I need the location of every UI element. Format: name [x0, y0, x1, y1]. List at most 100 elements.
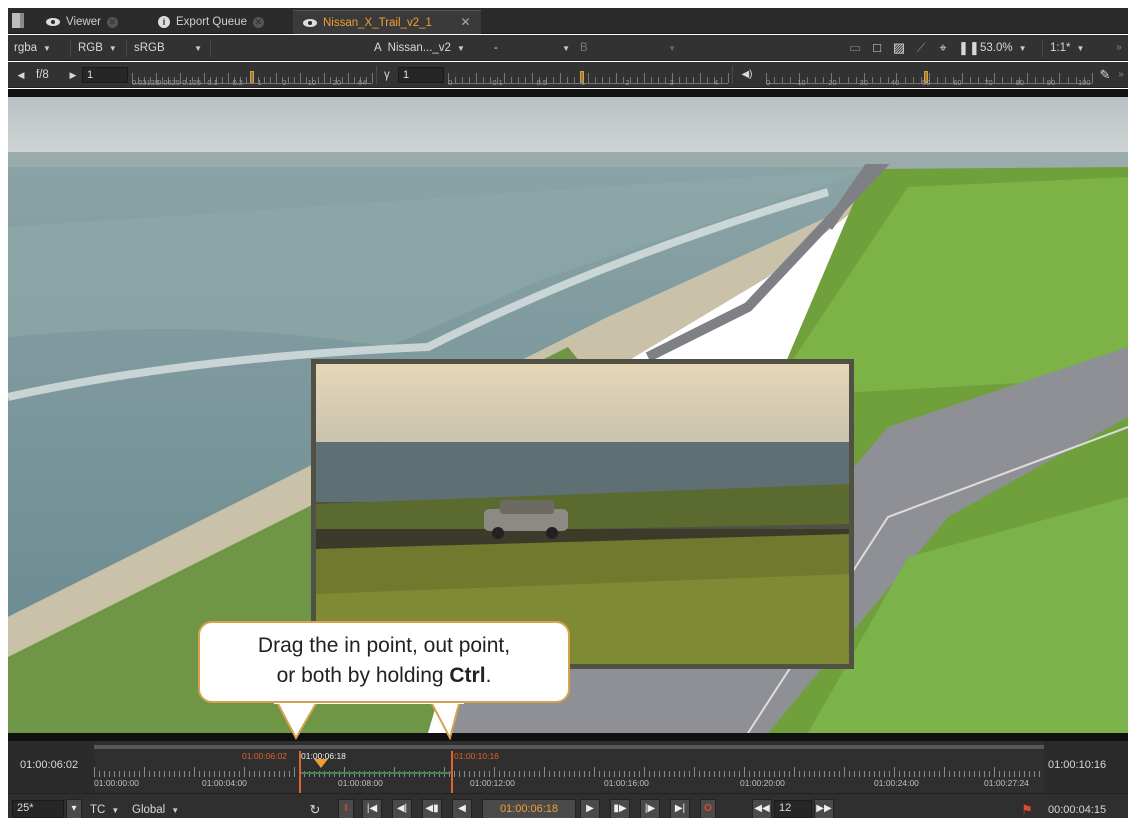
go-to-start-icon[interactable]: |◀: [362, 799, 382, 818]
ruler-tick: [544, 767, 545, 777]
wipe-icon[interactable]: ⟋: [914, 41, 928, 55]
tab-nissan-label: Nissan_X_Trail_v2_1: [323, 16, 432, 29]
panel-menu-icon[interactable]: [12, 13, 24, 28]
exposure-decrease-icon[interactable]: ◀: [14, 68, 28, 82]
record-marker-icon[interactable]: ⚑: [1020, 803, 1034, 817]
input-a-prefix: A: [374, 42, 382, 54]
next-keyframe-icon[interactable]: |▶: [640, 799, 660, 818]
close-icon[interactable]: ✕: [106, 16, 118, 28]
proxy-dropdown[interactable]: 1:1* ▼: [1046, 39, 1088, 57]
ruler-tick: [884, 771, 885, 777]
fps-dropdown-button[interactable]: ▾: [66, 799, 82, 818]
exposure-input[interactable]: 1: [82, 67, 128, 83]
slider-scale-label: 0.1: [492, 78, 503, 87]
more-icon[interactable]: »: [1114, 68, 1128, 82]
compare-mode-value: -: [494, 42, 498, 54]
more-icon[interactable]: »: [1112, 41, 1126, 55]
tab-export-queue[interactable]: i Export Queue ✕: [148, 10, 274, 34]
tab-viewer-label: Viewer: [66, 16, 101, 28]
slider-tick: [1034, 77, 1036, 83]
chevron-down-icon: ▼: [111, 805, 120, 815]
ruler-tick: [799, 771, 800, 777]
slider-tick: [252, 73, 253, 83]
tab-nissan-x-trail[interactable]: Nissan_X_Trail_v2_1 ✕: [293, 10, 481, 34]
target-icon[interactable]: ⌖: [936, 41, 950, 55]
ruler-tick: [129, 771, 130, 777]
volume-icon[interactable]: ◀): [740, 68, 754, 82]
duration-timecode: 00:00:04:15: [1048, 804, 1107, 816]
step-back-icon[interactable]: ◀▮: [422, 799, 442, 818]
channels-dropdown[interactable]: rgba ▼: [10, 39, 55, 57]
slider-tick: [880, 77, 882, 83]
close-icon[interactable]: ✕: [460, 16, 471, 28]
current-start-timecode: 01:00:06:02: [20, 759, 79, 771]
out-point-marker[interactable]: [451, 751, 453, 793]
slider-tick: [525, 77, 526, 83]
go-to-end-icon[interactable]: ▶|: [670, 799, 690, 818]
ruler-tick: [579, 771, 580, 777]
slider-tick: [679, 77, 680, 83]
volume-slider[interactable]: 0 10 20 30 40 50 60 70 80 90 100: [766, 70, 1093, 87]
color-picker-icon[interactable]: ✎: [1098, 68, 1112, 82]
gamma-input[interactable]: 1: [398, 67, 444, 83]
input-b-selector[interactable]: B ▼: [576, 39, 680, 57]
step-forward-icon[interactable]: ▮▶: [610, 799, 630, 818]
compare-mode-dropdown[interactable]: - ▼: [490, 39, 574, 57]
ruler-tick: [1029, 771, 1030, 777]
timeline-scrubber[interactable]: 01:00:06:02 01:00:06:18 01:00:10:16 01:0…: [94, 745, 1044, 793]
display-channel-dropdown[interactable]: RGB ▼: [74, 39, 121, 57]
slider-scale-label: 0.03125: [132, 78, 160, 87]
input-a-selector[interactable]: A Nissan..._v2 ▼: [370, 39, 469, 57]
ruler-tick: [894, 767, 895, 777]
safe-area-icon[interactable]: □: [870, 41, 884, 55]
zoom-dropdown[interactable]: 53.0% ▼: [976, 39, 1031, 57]
step-increment-input[interactable]: 12: [774, 800, 812, 818]
exposure-slider[interactable]: 0.03125 0.0625 0.125 0.1 0.2 1 2 10 20 64: [132, 70, 373, 87]
in-point-label: 01:00:06:02: [242, 751, 287, 761]
colorspace-dropdown[interactable]: sRGB ▼: [130, 39, 206, 57]
slider-scale-label: 0.0625: [157, 78, 181, 87]
step-forward-increment-icon[interactable]: ▶▶: [814, 799, 834, 818]
play-backward-icon[interactable]: ◀: [452, 799, 472, 818]
zebra-icon[interactable]: ▨: [892, 41, 906, 55]
gamma-slider[interactable]: 0 0.1 0.5 1 2 3 4: [448, 70, 729, 87]
ruler-label: 01:00:24:00: [874, 778, 919, 788]
ruler-tick: [794, 767, 795, 777]
ruler-tick: [659, 771, 660, 777]
ruler-tick: [839, 771, 840, 777]
slider-tick: [871, 77, 873, 83]
ruler-tick: [724, 771, 725, 777]
overlay-icon[interactable]: ▭: [848, 41, 862, 55]
ruler-tick: [224, 771, 225, 777]
play-forward-icon[interactable]: ▶: [580, 799, 600, 818]
tab-viewer[interactable]: Viewer ✕: [36, 10, 128, 34]
loop-mode-icon[interactable]: ↻: [308, 803, 322, 817]
slider-scale-label: 80: [1015, 78, 1024, 87]
fps-field[interactable]: 25*: [12, 800, 64, 818]
slider-scale-label: 64: [358, 78, 367, 87]
previous-keyframe-icon[interactable]: ◀|: [392, 799, 412, 818]
set-in-point-button[interactable]: I: [338, 799, 354, 818]
timecode-mode-dropdown[interactable]: TC ▼: [86, 801, 123, 818]
set-out-point-button[interactable]: O: [700, 799, 716, 818]
slider-tick: [504, 73, 505, 83]
pause-icon[interactable]: ❚❚: [958, 41, 980, 55]
ruler-tick: [574, 771, 575, 777]
ruler-tick: [189, 771, 190, 777]
close-icon[interactable]: ✕: [252, 16, 264, 28]
chevron-down-icon: ▼: [43, 43, 51, 53]
ruler-tick: [214, 771, 215, 777]
ruler-tick: [619, 771, 620, 777]
slider-tick: [969, 77, 971, 83]
ruler-tick: [474, 771, 475, 777]
playback-scope-dropdown[interactable]: Global ▼: [128, 801, 183, 818]
ruler-tick: [704, 771, 705, 777]
ruler-tick: [739, 771, 740, 777]
fstop-label[interactable]: f/8: [32, 66, 53, 84]
exposure-increase-icon[interactable]: ▶: [66, 68, 80, 82]
step-back-increment-icon[interactable]: ◀◀: [752, 799, 772, 818]
slider-tick: [595, 77, 596, 83]
ruler-tick: [954, 771, 955, 777]
slider-scale-label: 0: [448, 78, 453, 87]
current-time-field[interactable]: 01:00:06:18: [482, 799, 576, 818]
